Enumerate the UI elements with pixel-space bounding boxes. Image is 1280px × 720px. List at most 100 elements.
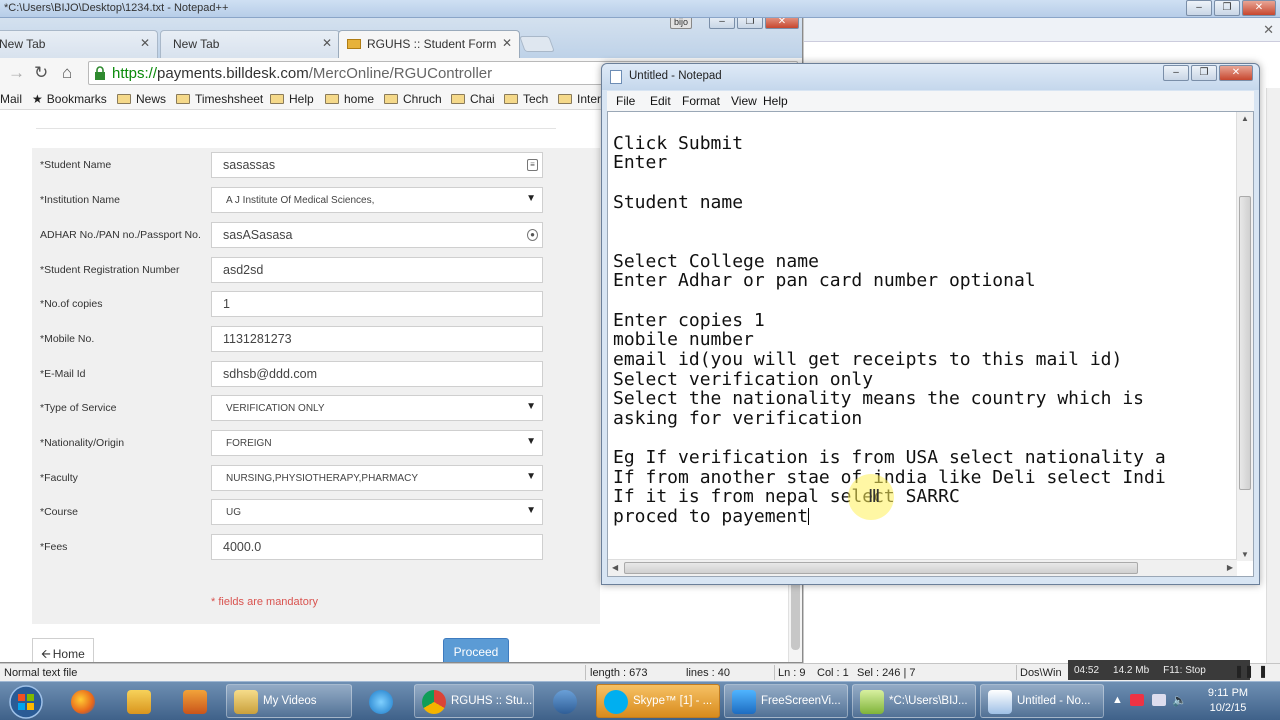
bookmark-mail[interactable]: Mail [0, 92, 22, 106]
id-number-input[interactable]: sasASasasa ● [211, 222, 543, 248]
close-icon[interactable]: ✕ [1263, 22, 1274, 38]
text-line: proced to payement [613, 506, 809, 527]
close-icon[interactable]: ✕ [322, 36, 332, 50]
text-line: Select verification only [613, 368, 874, 390]
notepad-text-area[interactable]: Click Submit Enter Student name Select C… [607, 111, 1254, 577]
bookmark-chruch[interactable]: Chruch [384, 92, 442, 106]
system-tray-icons[interactable]: ▲ 🔈 [1112, 693, 1192, 710]
scrollbar-thumb[interactable] [624, 562, 1138, 574]
menu-format[interactable]: Format [682, 94, 720, 108]
text-line: Click Submit [613, 132, 744, 154]
taskbar-chrome[interactable]: RGUHS :: Stu... [414, 684, 534, 718]
browser-maximize-button[interactable]: ❐ [737, 18, 763, 29]
scroll-up-icon[interactable]: ▲ [1241, 114, 1249, 123]
tray-app-icon[interactable] [1130, 694, 1144, 706]
bookmark-timeshsheet[interactable]: Timeshsheet [176, 92, 263, 106]
notepad-maximize-button[interactable]: ❐ [1191, 65, 1217, 81]
reload-icon[interactable]: ↻ [34, 63, 48, 83]
network-icon[interactable] [1152, 694, 1166, 706]
pause-icon[interactable]: ❚❚ [1234, 664, 1254, 678]
faculty-select[interactable]: NURSING,PHYSIOTHERAPY,PHARMACY ▼ [211, 465, 543, 491]
tab-rguhs-student-form[interactable]: RGUHS :: Student Form ✕ [338, 30, 520, 58]
skype-icon [604, 690, 628, 714]
bookmark-tech[interactable]: Tech [504, 92, 548, 106]
tray-show-hidden-icon[interactable]: ▲ [1112, 694, 1123, 706]
menu-help[interactable]: Help [763, 94, 788, 108]
scroll-right-icon[interactable]: ▶ [1227, 563, 1233, 572]
scrollbar-thumb[interactable] [1239, 196, 1251, 490]
folder-icon [504, 94, 518, 104]
bookmark-home[interactable]: home [325, 92, 374, 106]
course-select[interactable]: UG ▼ [211, 499, 543, 525]
email-input[interactable]: sdhsb@ddd.com [211, 361, 543, 387]
close-icon[interactable]: ✕ [502, 36, 512, 50]
taskbar-notepadpp[interactable]: *C:\Users\BIJ... [852, 684, 976, 718]
scroll-left-icon[interactable]: ◀ [612, 563, 618, 572]
service-type-select[interactable]: VERIFICATION ONLY ▼ [211, 395, 543, 421]
notepadpp-minimize-button[interactable]: – [1186, 0, 1212, 16]
notepad-minimize-button[interactable]: – [1163, 65, 1189, 81]
label-institution-name: *Institution Name [40, 194, 120, 206]
taskbar-skype[interactable]: Skype™ [1] - ... [596, 684, 720, 718]
nationality-select[interactable]: FOREIGN ▼ [211, 430, 543, 456]
notepadpp-close-button[interactable]: ✕ [1242, 0, 1276, 16]
notepadpp-icon [860, 690, 884, 714]
home-icon[interactable]: ⌂ [62, 63, 72, 83]
notepad-titlebar[interactable]: Untitled - Notepad – ❐ ✕ [602, 64, 1259, 90]
mobile-input[interactable]: 1131281273 [211, 326, 543, 352]
windows-start-icon[interactable] [4, 684, 48, 720]
taskbar-free-screen-video[interactable]: FreeScreenVi... [724, 684, 848, 718]
home-button[interactable]: 🡨 Home [32, 638, 94, 662]
taskbar-internet-explorer[interactable] [354, 684, 406, 718]
notepad-window: Untitled - Notepad – ❐ ✕ File Edit Forma… [601, 63, 1260, 585]
notepadpp-scrollbar[interactable] [1266, 88, 1280, 663]
taskbar-notepad[interactable]: Untitled - No... [980, 684, 1104, 718]
notepadpp-maximize-button[interactable]: ❐ [1214, 0, 1240, 16]
volume-icon[interactable]: 🔈 [1172, 693, 1187, 707]
fees-input[interactable]: 4000.0 [211, 534, 543, 560]
taskbar-outlook[interactable] [112, 684, 164, 718]
bookmark-inter[interactable]: Inter [558, 92, 601, 106]
new-tab-button[interactable] [519, 36, 555, 52]
forward-arrow-icon[interactable]: → [8, 63, 25, 83]
tab-label: RGUHS :: Student Form [367, 37, 497, 51]
tab-new-tab-1[interactable]: New Tab ✕ [0, 30, 158, 58]
url-text[interactable]: https://payments.billdesk.com/MercOnline… [112, 65, 492, 82]
clock[interactable]: 9:11 PM 10/2/15 [1190, 682, 1280, 720]
menu-view[interactable]: View [731, 94, 757, 108]
taskbar-my-videos[interactable]: My Videos [226, 684, 352, 718]
student-name-input[interactable]: sasassas ≡ [211, 152, 543, 178]
divider [36, 128, 556, 129]
copies-input[interactable]: 1 [211, 291, 543, 317]
bookmark-news[interactable]: News [117, 92, 166, 106]
folder-icon [176, 94, 190, 104]
outlook-icon [127, 690, 151, 714]
taskbar-firefox[interactable] [56, 684, 108, 718]
scroll-down-icon[interactable]: ▼ [1241, 550, 1249, 559]
browser-minimize-button[interactable]: – [709, 18, 735, 29]
tab-new-tab-2[interactable]: New Tab ✕ [160, 30, 340, 58]
status-file-type: Normal text file [4, 667, 78, 679]
profile-badge[interactable]: bijo [670, 18, 692, 29]
bookmark-chai[interactable]: Chai [451, 92, 495, 106]
lock-icon [95, 66, 105, 80]
recorder-time: 04:52 [1074, 664, 1100, 676]
tab-label: New Tab [0, 37, 46, 51]
taskbar-media-player[interactable] [168, 684, 220, 718]
folder-icon [558, 94, 572, 104]
label-copies: *No.of copies [40, 298, 103, 310]
browser-close-button[interactable]: ✕ [765, 18, 799, 29]
close-icon[interactable]: ✕ [140, 36, 150, 50]
registration-number-input[interactable]: asd2sd [211, 257, 543, 283]
notepad-horizontal-scrollbar[interactable]: ◀ ▶ [608, 559, 1237, 576]
taskbar-link[interactable] [538, 684, 590, 718]
notepad-close-button[interactable]: ✕ [1219, 65, 1253, 81]
proceed-button[interactable]: Proceed [443, 638, 509, 662]
bookmark-bookmarks[interactable]: ★ Bookmarks [32, 92, 107, 106]
notepad-vertical-scrollbar[interactable]: ▲ ▼ [1236, 112, 1253, 561]
menu-file[interactable]: File [616, 94, 635, 108]
bookmark-help[interactable]: Help [270, 92, 314, 106]
notepad-text[interactable]: Click Submit Enter Student name Select C… [613, 114, 1235, 527]
institution-name-select[interactable]: A J Institute Of Medical Sciences, ▼ [211, 187, 543, 213]
menu-edit[interactable]: Edit [650, 94, 671, 108]
